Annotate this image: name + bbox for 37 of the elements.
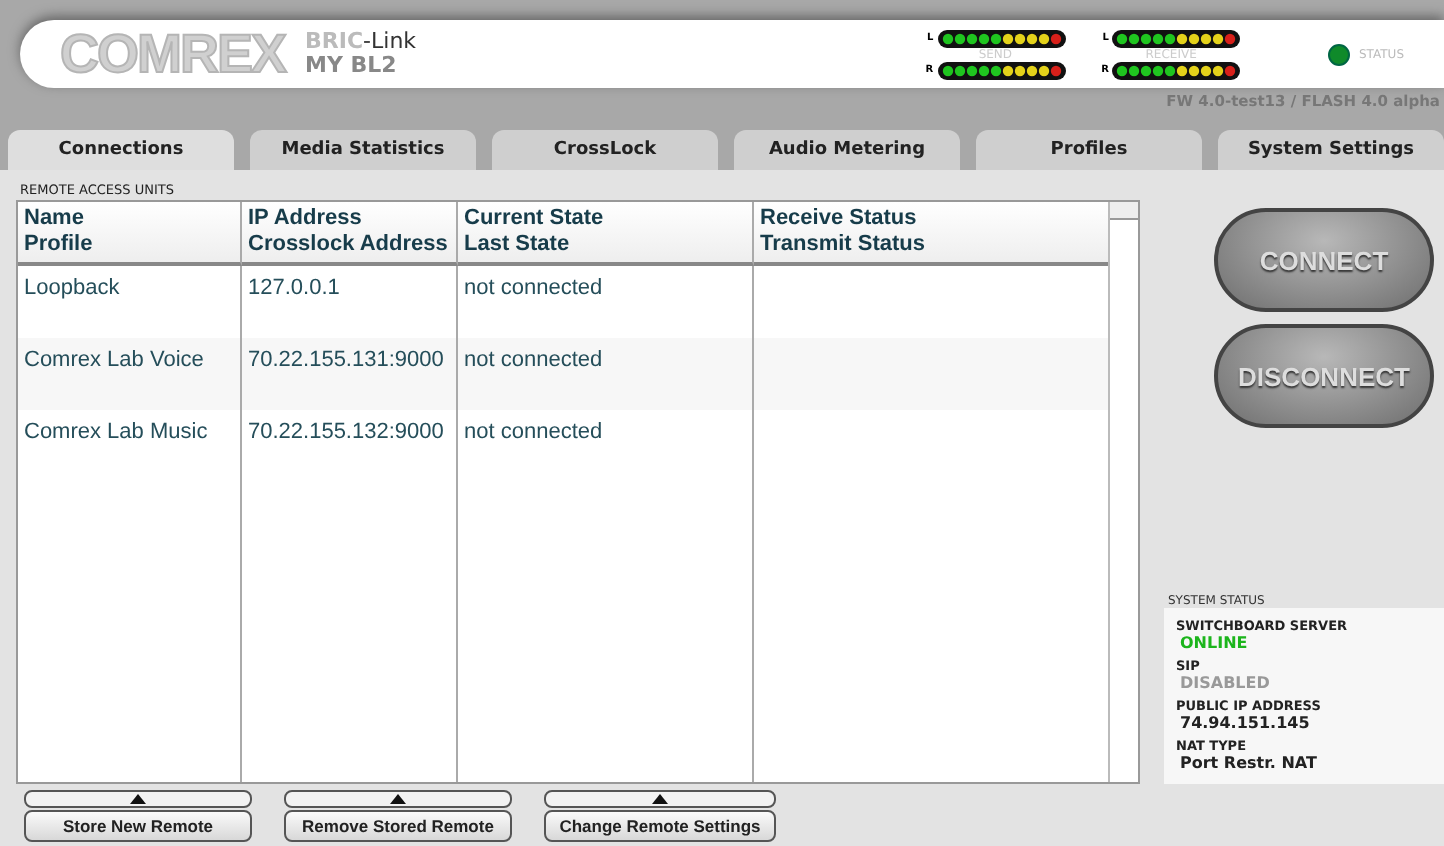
action-button[interactable]: Store New Remote xyxy=(24,810,252,842)
product-name: BRIC-Link xyxy=(305,29,417,54)
tab[interactable]: System Settings xyxy=(1218,130,1444,170)
table-cell: 70.22.155.131:9000 xyxy=(242,338,458,410)
table-cell: Comrex Lab Music xyxy=(18,410,242,482)
tab[interactable]: Connections xyxy=(8,130,234,170)
column-header: IP Address Crosslock Address xyxy=(242,202,458,266)
tab[interactable]: Profiles xyxy=(976,130,1202,170)
column-header: Receive Status Transmit Status xyxy=(754,202,1110,266)
action-button[interactable]: Change Remote Settings xyxy=(544,810,776,842)
table-cell: 70.22.155.132:9000 xyxy=(242,410,458,482)
scrollbar[interactable] xyxy=(1108,202,1138,782)
device-name: MY BL2 xyxy=(305,54,399,79)
logo: COMREX xyxy=(60,23,286,85)
status-value: Port Restr. NAT xyxy=(1178,754,1319,772)
column-header: Current State Last State xyxy=(458,202,754,266)
table-cell: Comrex Lab Voice xyxy=(18,338,242,410)
expand-handle[interactable] xyxy=(24,790,252,808)
tab[interactable]: Media Statistics xyxy=(250,130,476,170)
caret-icon xyxy=(390,794,406,804)
status-value: ONLINE xyxy=(1178,634,1250,652)
level-meter xyxy=(1112,29,1241,47)
status-value: DISABLED xyxy=(1178,674,1272,692)
level-meter xyxy=(937,61,1066,79)
caret-icon xyxy=(130,794,146,804)
caret-icon xyxy=(652,794,668,804)
table-cell: not connected xyxy=(458,410,754,482)
table-cell: not connected xyxy=(458,338,754,410)
level-meter xyxy=(1112,61,1241,79)
tab[interactable]: Audio Metering xyxy=(734,130,960,170)
tab[interactable]: CrossLock xyxy=(492,130,718,170)
column-header: Name Profile xyxy=(18,202,242,266)
action-button[interactable]: Remove Stored Remote xyxy=(284,810,512,842)
level-meter xyxy=(937,29,1066,47)
expand-handle[interactable] xyxy=(544,790,776,808)
expand-handle[interactable] xyxy=(284,790,512,808)
status-value: 74.94.151.145 xyxy=(1178,714,1312,732)
